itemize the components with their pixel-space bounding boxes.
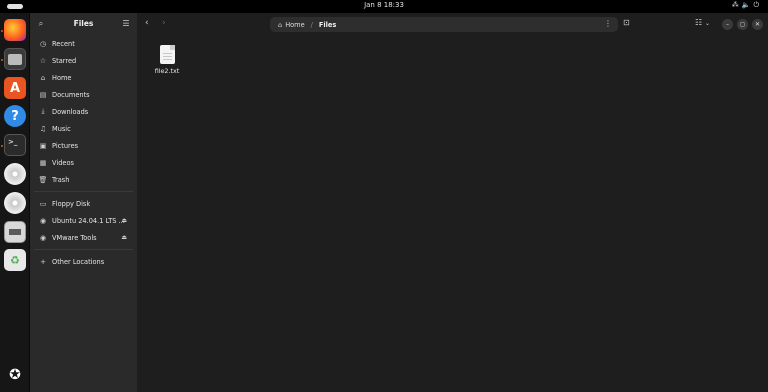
close-button[interactable]: ✕ — [752, 19, 763, 30]
sidebar: ⌕ Files ☰ ◷ Recent ☆ Starred ⌂ Home ▤ Documents… — [30, 13, 137, 392]
sidebar-item-label: Starred — [52, 56, 77, 65]
sidebar-item-music[interactable]: ♫ Music — [30, 120, 137, 137]
clock-icon: ◷ — [39, 39, 47, 48]
minimize-button[interactable]: – — [722, 19, 733, 30]
devices-list: ▭ Floppy Disk ◉ Ubuntu 24.04.1 LTS ... ⏏ ◉ VMw… — [30, 195, 137, 246]
download-icon: ⤓ — [41, 107, 45, 115]
sidebar-item-recent[interactable]: ◷ Recent — [30, 35, 137, 52]
sidebar-item-vmware-tools[interactable]: ◉ VMware Tools ⏏ — [30, 229, 137, 246]
hamburger-menu-icon[interactable]: ☰ — [120, 18, 132, 30]
chevron-down-icon[interactable]: ⌄ — [705, 20, 710, 27]
dock: A ? >_ ♻ ✪ — [0, 13, 30, 392]
breadcrumb-separator: / — [310, 20, 313, 29]
eject-icon[interactable]: ⏏ — [121, 217, 127, 224]
sidebar-item-label: Recent — [52, 39, 75, 48]
trash-icon[interactable]: ♻ — [4, 249, 26, 271]
disc-icon: ◉ — [39, 233, 47, 242]
music-icon: ♫ — [39, 124, 47, 133]
home-icon: ⌂ — [278, 20, 283, 29]
new-folder-icon[interactable]: ⊡ — [623, 18, 630, 27]
picture-icon: ▣ — [39, 141, 47, 150]
video-icon: ▦ — [39, 158, 47, 167]
top-bar: Jan 8 18:33 ⁂🔈⏻ — [0, 0, 768, 13]
sidebar-item-label: Downloads — [52, 107, 89, 116]
sidebar-item-label: Documents — [52, 90, 90, 99]
sidebar-item-label: Trash — [52, 175, 70, 184]
sidebar-item-label: Other Locations — [52, 257, 105, 266]
file-item[interactable]: file2.txt — [153, 45, 181, 75]
sidebar-item-pictures[interactable]: ▣ Pictures — [30, 137, 137, 154]
document-icon: ▤ — [39, 90, 47, 99]
sidebar-item-label: Home — [52, 73, 72, 82]
volume-icon: 🔈 — [741, 1, 754, 9]
plus-icon: + — [40, 257, 46, 266]
eject-icon[interactable]: ⏏ — [121, 234, 127, 241]
disc-icon[interactable] — [4, 192, 26, 214]
header-bar: ‹ › ⌂ Home / Files ⋮ ⊡ ☷ ⌄ – ◻ ✕ — [137, 13, 768, 35]
sidebar-item-starred[interactable]: ☆ Starred — [30, 52, 137, 69]
show-apps-icon[interactable]: ✪ — [4, 364, 26, 386]
sidebar-item-label: Pictures — [52, 141, 79, 150]
power-icon: ⏻ — [753, 1, 762, 9]
text-file-icon — [159, 45, 175, 64]
sidebar-item-documents[interactable]: ▤ Documents — [30, 86, 137, 103]
running-indicator — [1, 145, 3, 147]
path-bar[interactable]: ⌂ Home / Files ⋮ — [270, 17, 618, 32]
files-icon[interactable] — [4, 48, 26, 70]
sidebar-item-label: Floppy Disk — [52, 199, 91, 208]
trash-icon: 🗑 — [38, 175, 48, 184]
clock[interactable]: Jan 8 18:33 — [0, 1, 768, 9]
sidebar-header: ⌕ Files ☰ — [30, 13, 137, 35]
system-tray[interactable]: ⁂🔈⏻ — [732, 1, 762, 10]
disc-icon: ◉ — [39, 216, 47, 225]
sidebar-item-floppy-disk[interactable]: ▭ Floppy Disk — [30, 195, 137, 212]
terminal-icon[interactable]: >_ — [4, 134, 26, 156]
home-icon: ⌂ — [40, 73, 46, 82]
sidebar-item-label: VMware Tools — [52, 233, 97, 242]
breadcrumb-current[interactable]: Files — [319, 21, 336, 29]
running-indicator — [1, 30, 3, 32]
places-list: ◷ Recent ☆ Starred ⌂ Home ▤ Documents ⤓ Downloads… — [30, 35, 137, 188]
app-center-icon[interactable]: A — [4, 77, 26, 99]
list-view-icon[interactable]: ☷ — [695, 18, 702, 27]
disc-icon[interactable] — [4, 163, 26, 185]
divider — [34, 249, 133, 250]
sidebar-item-downloads[interactable]: ⤓ Downloads — [30, 103, 137, 120]
running-indicator — [1, 59, 3, 61]
star-icon: ☆ — [39, 56, 47, 65]
maximize-button[interactable]: ◻ — [737, 19, 748, 30]
sidebar-item-label: Videos — [52, 158, 74, 167]
help-icon[interactable]: ? — [4, 105, 26, 127]
sidebar-item-ubuntu-24-04-1-lts[interactable]: ◉ Ubuntu 24.04.1 LTS ... ⏏ — [30, 212, 137, 229]
sidebar-item-other-locations[interactable]: + Other Locations — [30, 253, 137, 270]
divider — [34, 191, 133, 192]
floppy-icon: ▭ — [39, 199, 47, 208]
firefox-icon[interactable] — [4, 19, 26, 41]
floppy-icon[interactable] — [4, 221, 26, 243]
breadcrumb-home[interactable]: Home — [285, 21, 304, 29]
main-view: ‹ › ⌂ Home / Files ⋮ ⊡ ☷ ⌄ – ◻ ✕ file2.t… — [137, 13, 768, 392]
file-name: file2.txt — [154, 67, 180, 75]
network-icon: ⁂ — [731, 1, 742, 9]
sidebar-item-label: Ubuntu 24.04.1 LTS ... — [52, 216, 125, 225]
forward-icon[interactable]: › — [162, 18, 166, 28]
path-menu-icon[interactable]: ⋮ — [604, 19, 612, 28]
sidebar-item-videos[interactable]: ▦ Videos — [30, 154, 137, 171]
back-icon[interactable]: ‹ — [145, 18, 149, 28]
sidebar-item-label: Music — [52, 124, 71, 133]
sidebar-item-home[interactable]: ⌂ Home — [30, 69, 137, 86]
sidebar-item-trash[interactable]: 🗑 Trash — [30, 171, 137, 188]
